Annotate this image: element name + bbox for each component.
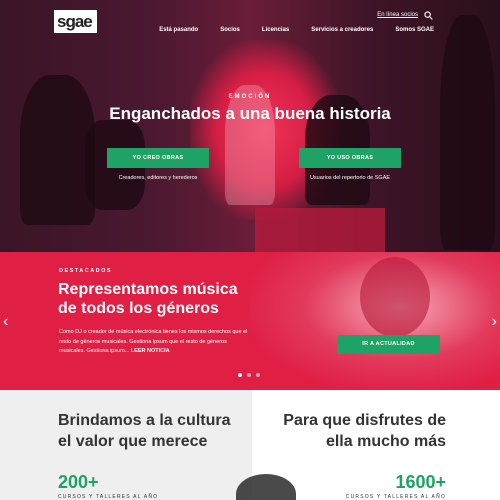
ir-a-actualidad-button[interactable]: IR A ACTUALIDAD [337,335,440,354]
culture-panel: Brindamos a la cultura el valor que mere… [0,390,252,500]
hero-photo-figure [440,15,495,250]
featured-photo [250,252,500,390]
socios-login-link[interactable]: En línea socios [377,12,418,18]
hero-section: sgae En línea socios Está pasando Socios… [0,0,500,252]
yo-creo-obras-button[interactable]: YO CREO OBRAS [107,148,209,168]
hero-eyebrow: EMOCIÓN [228,94,272,100]
workshops-stat-label: CURSOS Y TALLERES AL AÑO [345,494,446,500]
carousel-next-icon[interactable]: › [492,313,497,331]
featured-section: DESTACADOS Representamos música de todos… [0,252,500,390]
carousel-dot[interactable] [247,373,251,377]
carousel-dots [238,373,260,377]
logo-text: sgae [57,12,93,31]
nav-item-licencias[interactable]: Licencias [262,27,289,33]
featured-body: Como DJ o creador de música electrónica … [59,328,249,357]
featured-title: Representamos música de todos los género… [58,281,238,317]
site-header: sgae En línea socios Está pasando Socios… [0,0,500,50]
workshops-stat: 1600+ [395,472,446,492]
hero-photo-figure [225,85,275,205]
courses-stat-label: CURSOS Y TALLERES AL AÑO [58,494,159,500]
carousel-dot[interactable] [256,373,260,377]
read-news-link[interactable]: LEER NOTICIA [131,348,170,354]
search-icon[interactable] [424,11,433,20]
users-caption: Usuarios del repertorio de SGAE [309,175,391,181]
courses-stat: 200+ [58,472,99,492]
nav-item-somos-sgae[interactable]: Somos SGAE [395,27,434,33]
culture-title: Brindamos a la cultura el valor que mere… [58,412,231,450]
featured-photo-figure [360,257,430,337]
main-nav: Está pasando Socios Licencias Servicios … [159,27,434,33]
hero-title: Enganchados a una buena historia [109,104,391,123]
hero-photo-table [255,208,385,252]
yo-uso-obras-button[interactable]: YO USO OBRAS [299,148,401,168]
sgae-logo[interactable]: sgae [54,10,97,33]
carousel-prev-icon[interactable]: ‹ [3,313,8,331]
creators-caption: Creadores, editores y herederos [118,175,198,181]
nav-item-servicios[interactable]: Servicios a creadores [311,27,373,33]
carousel-dot[interactable] [238,373,242,377]
nav-item-socios[interactable]: Socios [220,27,240,33]
nav-item-esta-pasando[interactable]: Está pasando [159,27,198,33]
featured-label: DESTACADOS [59,268,113,274]
enjoy-title: Para que disfrutes de ella mucho más [283,412,446,450]
